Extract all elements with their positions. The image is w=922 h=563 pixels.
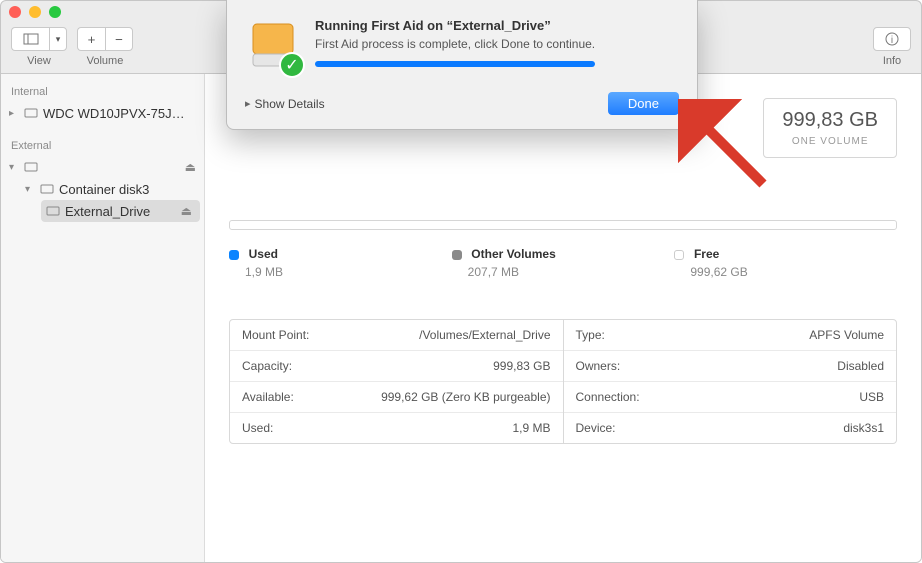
info-button[interactable]: i — [873, 27, 911, 51]
info-row: Mount Point:/Volumes/External_Drive — [230, 320, 563, 351]
free-swatch — [674, 250, 684, 260]
info-row: Used:1,9 MB — [230, 413, 563, 443]
drive-icon: ✓ — [245, 18, 301, 74]
content-area: Internal ▸ WDC WD10JPVX-75J… External ▾ … — [1, 74, 921, 562]
free-label: Free — [694, 247, 719, 261]
info-row: Capacity:999,83 GB — [230, 351, 563, 382]
done-button[interactable]: Done — [608, 92, 679, 115]
disclosure-right-icon[interactable]: ▸ — [9, 108, 19, 119]
sidebar-icon — [23, 31, 39, 47]
sidebar-item-internal-disk[interactable]: ▸ WDC WD10JPVX-75J… — [1, 102, 204, 124]
capacity-value: 999,83 GB — [782, 109, 878, 132]
sidebar-item-container[interactable]: ▾ Container disk3 — [1, 178, 204, 200]
info-col-right: Type:APFS Volume Owners:Disabled Connect… — [564, 320, 897, 443]
usage-bar — [229, 220, 897, 230]
success-check-icon: ✓ — [279, 52, 305, 78]
svg-text:i: i — [891, 35, 893, 46]
toolbar-label-volume: Volume — [87, 55, 124, 67]
add-volume-button[interactable]: + — [77, 27, 105, 51]
view-menu-button[interactable]: ▾ — [49, 27, 67, 51]
remove-volume-button[interactable]: − — [105, 27, 133, 51]
other-value: 207,7 MB — [468, 265, 675, 279]
disclosure-down-icon[interactable]: ▾ — [25, 184, 35, 195]
first-aid-sheet: ✓ Running First Aid on “External_Drive” … — [226, 0, 698, 130]
capacity-summary: 999,83 GB ONE VOLUME — [763, 98, 897, 158]
used-label: Used — [249, 247, 278, 261]
sidebar-item-label: Container disk3 — [59, 182, 196, 197]
plus-icon: + — [88, 32, 96, 47]
info-row: Device:disk3s1 — [564, 413, 897, 443]
external-disk-icon — [45, 203, 61, 219]
disclosure-down-icon[interactable]: ▾ — [9, 162, 19, 173]
eject-icon[interactable]: ⏏ — [181, 204, 192, 218]
usage-legend: Used 1,9 MB Other Volumes 207,7 MB Free … — [229, 246, 897, 279]
volume-info-table: Mount Point:/Volumes/External_Drive Capa… — [229, 319, 897, 444]
external-disk-icon — [23, 159, 39, 175]
other-swatch — [452, 250, 462, 260]
sidebar-item-external-disk[interactable]: ▾ ⏏ — [1, 156, 204, 178]
info-col-left: Mount Point:/Volumes/External_Drive Capa… — [230, 320, 564, 443]
info-row: Available:999,62 GB (Zero KB purgeable) — [230, 382, 563, 413]
minus-icon: − — [115, 32, 123, 47]
used-value: 1,9 MB — [245, 265, 452, 279]
progress-bar — [315, 61, 595, 67]
info-row: Owners:Disabled — [564, 351, 897, 382]
main-panel: 999,83 GB ONE VOLUME Used 1,9 MB Other V… — [205, 74, 921, 562]
sidebar-item-label: External_Drive — [65, 204, 177, 219]
sidebar-item-volume[interactable]: External_Drive ⏏ — [41, 200, 200, 222]
sidebar-header-internal: Internal — [1, 82, 204, 102]
sidebar-header-external: External — [1, 136, 204, 156]
sheet-subtext: First Aid process is complete, click Don… — [315, 37, 595, 51]
free-value: 999,62 GB — [690, 265, 897, 279]
used-swatch — [229, 250, 239, 260]
external-disk-icon — [39, 181, 55, 197]
sidebar: Internal ▸ WDC WD10JPVX-75J… External ▾ … — [1, 74, 205, 562]
info-icon: i — [884, 31, 900, 47]
info-row: Type:APFS Volume — [564, 320, 897, 351]
view-button[interactable] — [11, 27, 49, 51]
toolbar-label-info: Info — [883, 55, 901, 67]
capacity-subtext: ONE VOLUME — [782, 136, 878, 147]
chevron-down-icon: ▾ — [56, 34, 61, 45]
info-row: Connection:USB — [564, 382, 897, 413]
sidebar-item-label: WDC WD10JPVX-75J… — [43, 106, 196, 121]
sheet-heading: Running First Aid on “External_Drive” — [315, 18, 595, 33]
eject-icon[interactable]: ⏏ — [185, 160, 196, 174]
other-label: Other Volumes — [471, 247, 555, 261]
disclosure-right-icon[interactable]: ▸ — [245, 97, 251, 110]
show-details-toggle[interactable]: Show Details — [255, 97, 325, 111]
hard-disk-icon — [23, 105, 39, 121]
toolbar-label-view: View — [27, 55, 51, 67]
